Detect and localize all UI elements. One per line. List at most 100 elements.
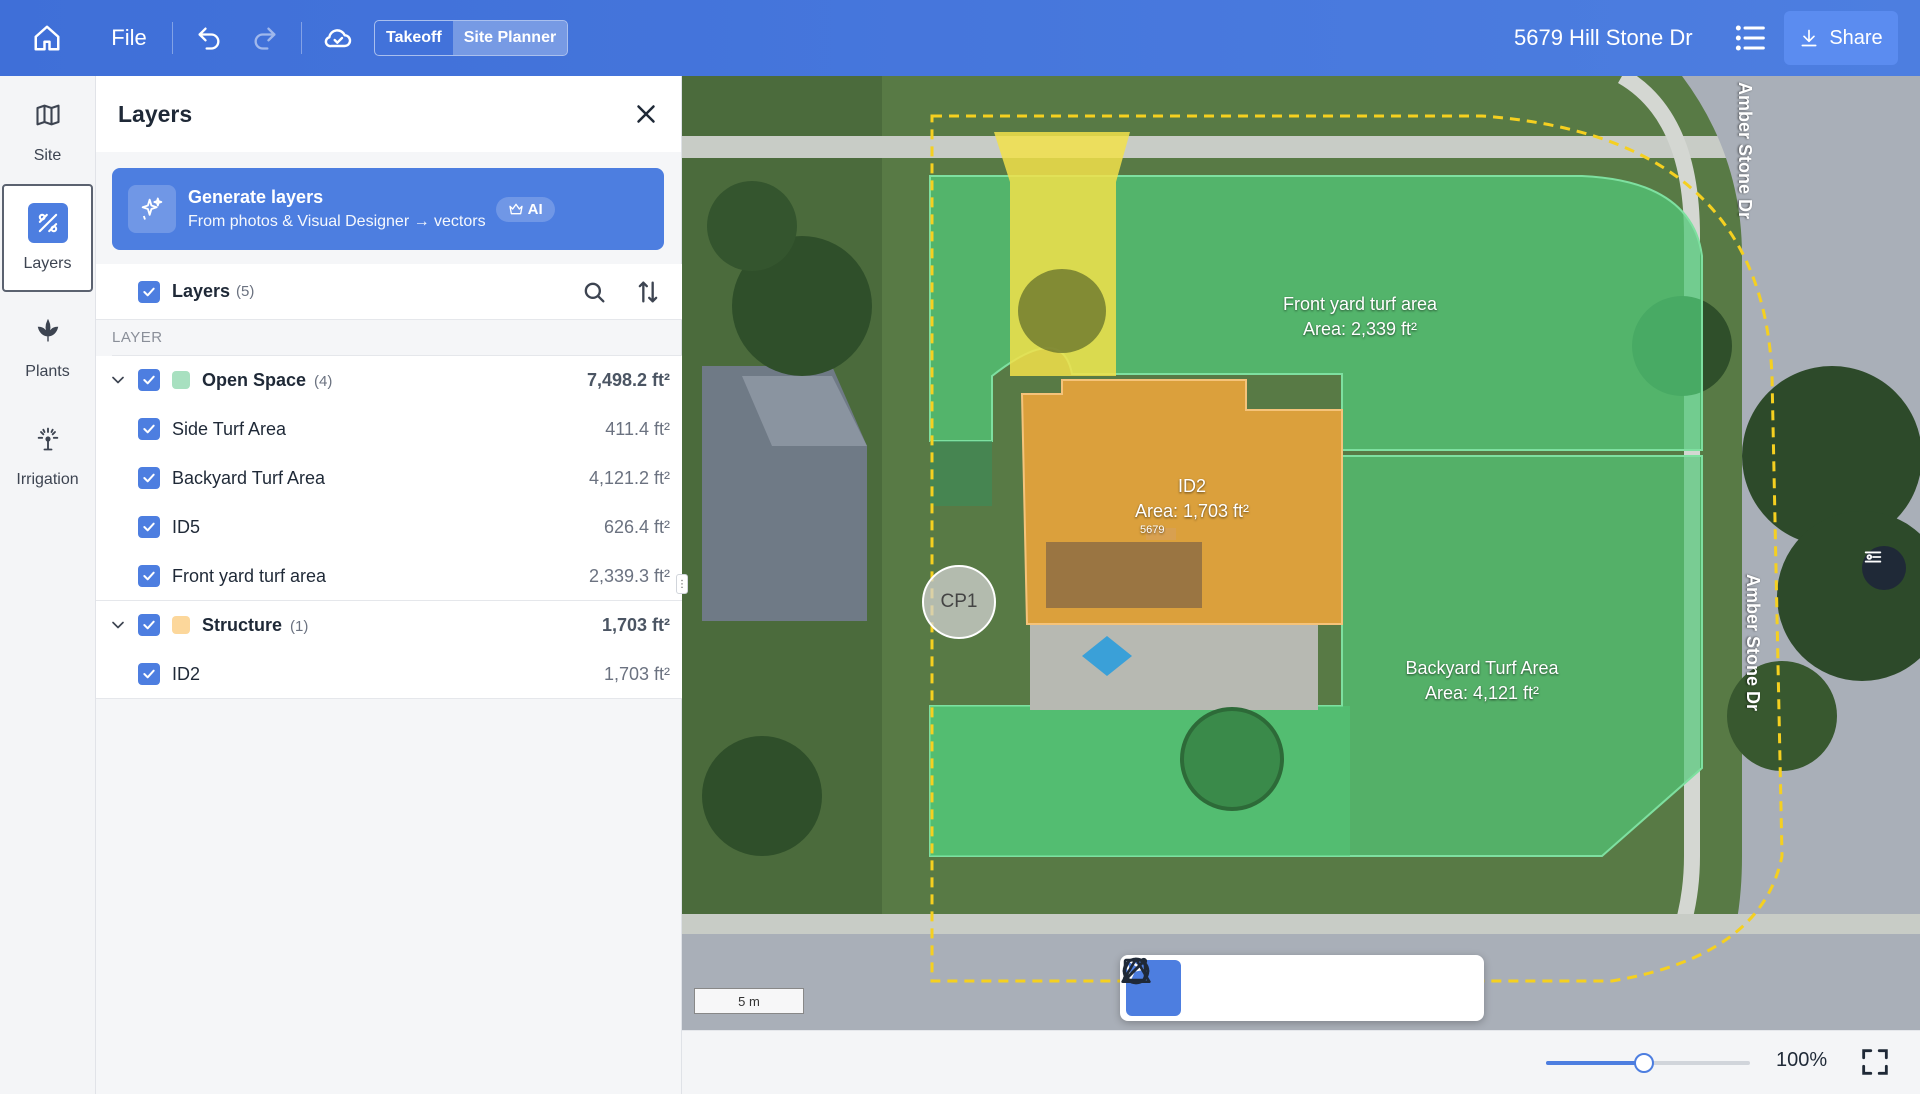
backyard-name: Backyard Turf Area	[1405, 658, 1559, 678]
layer-area: 7,498.2 ft²	[586, 370, 670, 390]
layer-item[interactable]: Backyard Turf Area 4,121.2 ft²	[96, 454, 682, 503]
sparkle-icon	[128, 185, 176, 233]
color-swatch[interactable]	[172, 616, 190, 634]
panel-header: Layers	[96, 76, 681, 152]
panel-resize-handle[interactable]: ⋮	[676, 574, 688, 594]
rail-item-plants[interactable]: Plants	[0, 292, 95, 400]
rail-label: Plants	[25, 363, 70, 380]
id2-label: ID2 Area: 1,703 ft²	[1102, 474, 1282, 524]
checkmark-icon	[143, 287, 155, 296]
zoom-slider[interactable]	[1546, 1053, 1750, 1073]
layer-item[interactable]: ID5 626.4 ft²	[96, 503, 682, 552]
layers-all-checkbox[interactable]	[138, 280, 160, 303]
generate-layers-button[interactable]: Generate layers From photos & Visual Des…	[112, 168, 664, 250]
home-button[interactable]	[0, 0, 94, 76]
tree	[1018, 269, 1106, 353]
rail-item-site[interactable]: Site	[0, 76, 95, 184]
layer-group-name: Open Space	[202, 370, 307, 390]
search-icon	[584, 282, 605, 303]
layer-checkbox[interactable]	[138, 467, 160, 489]
bottom-bar: 100%	[682, 1030, 1920, 1094]
front-yard-name: Front yard turf area	[1282, 294, 1438, 314]
sort-icon	[638, 281, 658, 303]
fullscreen-icon	[1862, 1049, 1888, 1075]
layer-checkbox[interactable]	[138, 516, 160, 538]
id5-polygon[interactable]	[930, 706, 1350, 856]
layer-name: ID5	[172, 517, 201, 537]
triangle-tool[interactable]	[1121, 957, 1418, 1016]
redo-button[interactable]	[237, 0, 293, 76]
layer-name: ID2	[172, 663, 201, 684]
map-options-button[interactable]	[1862, 546, 1906, 590]
ai-badge-label: AI	[527, 200, 543, 218]
color-swatch[interactable]	[172, 371, 190, 389]
chevron-down-icon[interactable]	[108, 370, 128, 390]
adjust-icon	[1864, 551, 1882, 563]
sort-layers-button[interactable]	[634, 278, 662, 306]
layers-label: Layers	[172, 281, 231, 301]
zoom-level: 100%	[1776, 1049, 1828, 1071]
layer-area: 2,339.3 ft²	[588, 565, 670, 586]
layer-item[interactable]: ID2 1,703 ft²	[96, 650, 682, 699]
file-menu[interactable]: File	[94, 0, 164, 76]
map-canvas	[682, 76, 1920, 1030]
mode-toggle: Takeoff Site Planner	[374, 20, 569, 56]
roof-panel	[1046, 542, 1202, 608]
download-icon	[1801, 29, 1817, 47]
map-icon	[28, 95, 68, 135]
list-menu-button[interactable]	[1730, 18, 1770, 58]
chevron-down-icon[interactable]	[108, 615, 128, 635]
project-address: 5679 Hill Stone Dr	[1514, 25, 1693, 50]
layer-checkbox[interactable]	[138, 565, 160, 587]
front-yard-area: Area: 2,339 ft²	[1302, 319, 1418, 339]
layer-checkbox[interactable]	[138, 369, 160, 391]
checkmark-icon	[143, 375, 155, 385]
layer-checkbox[interactable]	[138, 614, 160, 636]
map-scale: 5 m	[694, 988, 804, 1014]
divider	[172, 22, 173, 54]
undo-button[interactable]	[181, 0, 237, 76]
close-icon	[637, 105, 655, 123]
circle-tool[interactable]	[1122, 957, 1359, 1016]
layer-group-count: (4)	[314, 373, 333, 390]
side-turf-polygon[interactable]	[930, 441, 992, 506]
layer-checkbox[interactable]	[138, 663, 160, 685]
close-panel-button[interactable]	[631, 99, 661, 129]
line-tool[interactable]	[1122, 957, 1478, 1016]
plant-icon	[28, 311, 68, 351]
layer-area: 1,703 ft²	[603, 663, 670, 684]
sprinkler-icon	[28, 419, 68, 459]
layer-checkbox[interactable]	[138, 418, 160, 440]
rail-item-layers[interactable]: Layers	[2, 184, 93, 292]
undo-icon	[198, 27, 220, 50]
layer-item[interactable]: Side Turf Area 411.4 ft²	[96, 405, 682, 454]
layer-group-label: Open Space (4)	[202, 370, 332, 391]
layers-toolbar: Layers (5)	[96, 264, 682, 320]
layer-area: 626.4 ft²	[603, 517, 670, 537]
backyard-area: Area: 4,121 ft²	[1424, 683, 1540, 703]
site-map[interactable]: Front yard turf area Area: 2,339 ft² ID2…	[682, 76, 1920, 1030]
id2-name: ID2	[1177, 476, 1206, 496]
top-bar: File Takeoff Site Planner 5679 Hill Ston…	[0, 0, 1920, 76]
layer-group-structure[interactable]: Structure (1) 1,703 ft²	[96, 601, 682, 650]
sidewalk	[682, 914, 1920, 934]
mode-takeoff-tab[interactable]: Takeoff	[375, 21, 453, 55]
generate-subtitle: From photos & Visual Designer → vectors	[188, 213, 486, 230]
fullscreen-button[interactable]	[1858, 1045, 1892, 1079]
cloud-sync-button[interactable]	[310, 0, 366, 76]
mode-site-planner-tab[interactable]: Site Planner	[452, 21, 568, 55]
layer-name: Backyard Turf Area	[172, 468, 326, 488]
zoom-slider-fill	[1546, 1061, 1644, 1065]
polygon-tool[interactable]	[1122, 959, 1240, 1016]
rail-label: Layers	[23, 255, 72, 272]
rectangle-tool[interactable]	[1123, 958, 1300, 1016]
rail-item-irrigation[interactable]: Irrigation	[0, 400, 95, 508]
layer-group-open-space[interactable]: Open Space (4) 7,498.2 ft²	[96, 356, 682, 405]
search-layers-button[interactable]	[580, 278, 608, 306]
zoom-slider-handle[interactable]	[1633, 1053, 1654, 1073]
cp1-marker[interactable]: CP1	[922, 565, 996, 639]
layer-item[interactable]: Front yard turf area 2,339.3 ft²	[96, 552, 682, 601]
rail-label: Irrigation	[16, 471, 79, 488]
share-button[interactable]: Share	[1784, 11, 1898, 65]
checkmark-icon	[143, 473, 155, 483]
